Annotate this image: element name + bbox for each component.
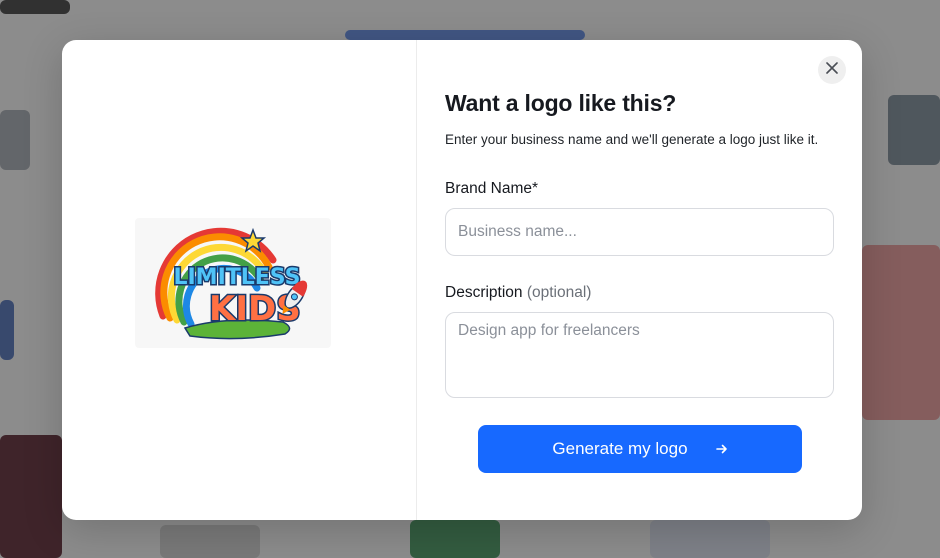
description-label: Description (optional) xyxy=(445,284,834,302)
preview-panel: LIMITLESS KIDS xyxy=(62,40,417,520)
close-button[interactable] xyxy=(818,56,846,84)
arrow-right-icon xyxy=(715,443,728,455)
description-label-text: Description xyxy=(445,284,523,301)
form-panel: Want a logo like this? Enter your busine… xyxy=(417,40,862,520)
limitless-kids-logo: LIMITLESS KIDS xyxy=(155,227,308,340)
modal-subtitle: Enter your business name and we'll gener… xyxy=(445,132,819,147)
logo-text-line1: LIMITLESS xyxy=(173,265,300,290)
generate-button-label: Generate my logo xyxy=(552,439,688,458)
close-icon xyxy=(826,61,838,79)
logo-generator-modal: LIMITLESS KIDS Want a logo like this? En… xyxy=(62,40,862,520)
brand-name-label-text: Brand Name* xyxy=(445,180,539,197)
brand-name-input[interactable] xyxy=(445,208,834,256)
brand-name-label: Brand Name* xyxy=(445,180,834,198)
logo-preview: LIMITLESS KIDS xyxy=(135,218,331,348)
generate-logo-button[interactable]: Generate my logo xyxy=(478,425,802,473)
optional-tag: (optional) xyxy=(526,284,592,301)
description-input[interactable] xyxy=(445,312,834,398)
modal-title: Want a logo like this? xyxy=(445,90,677,116)
